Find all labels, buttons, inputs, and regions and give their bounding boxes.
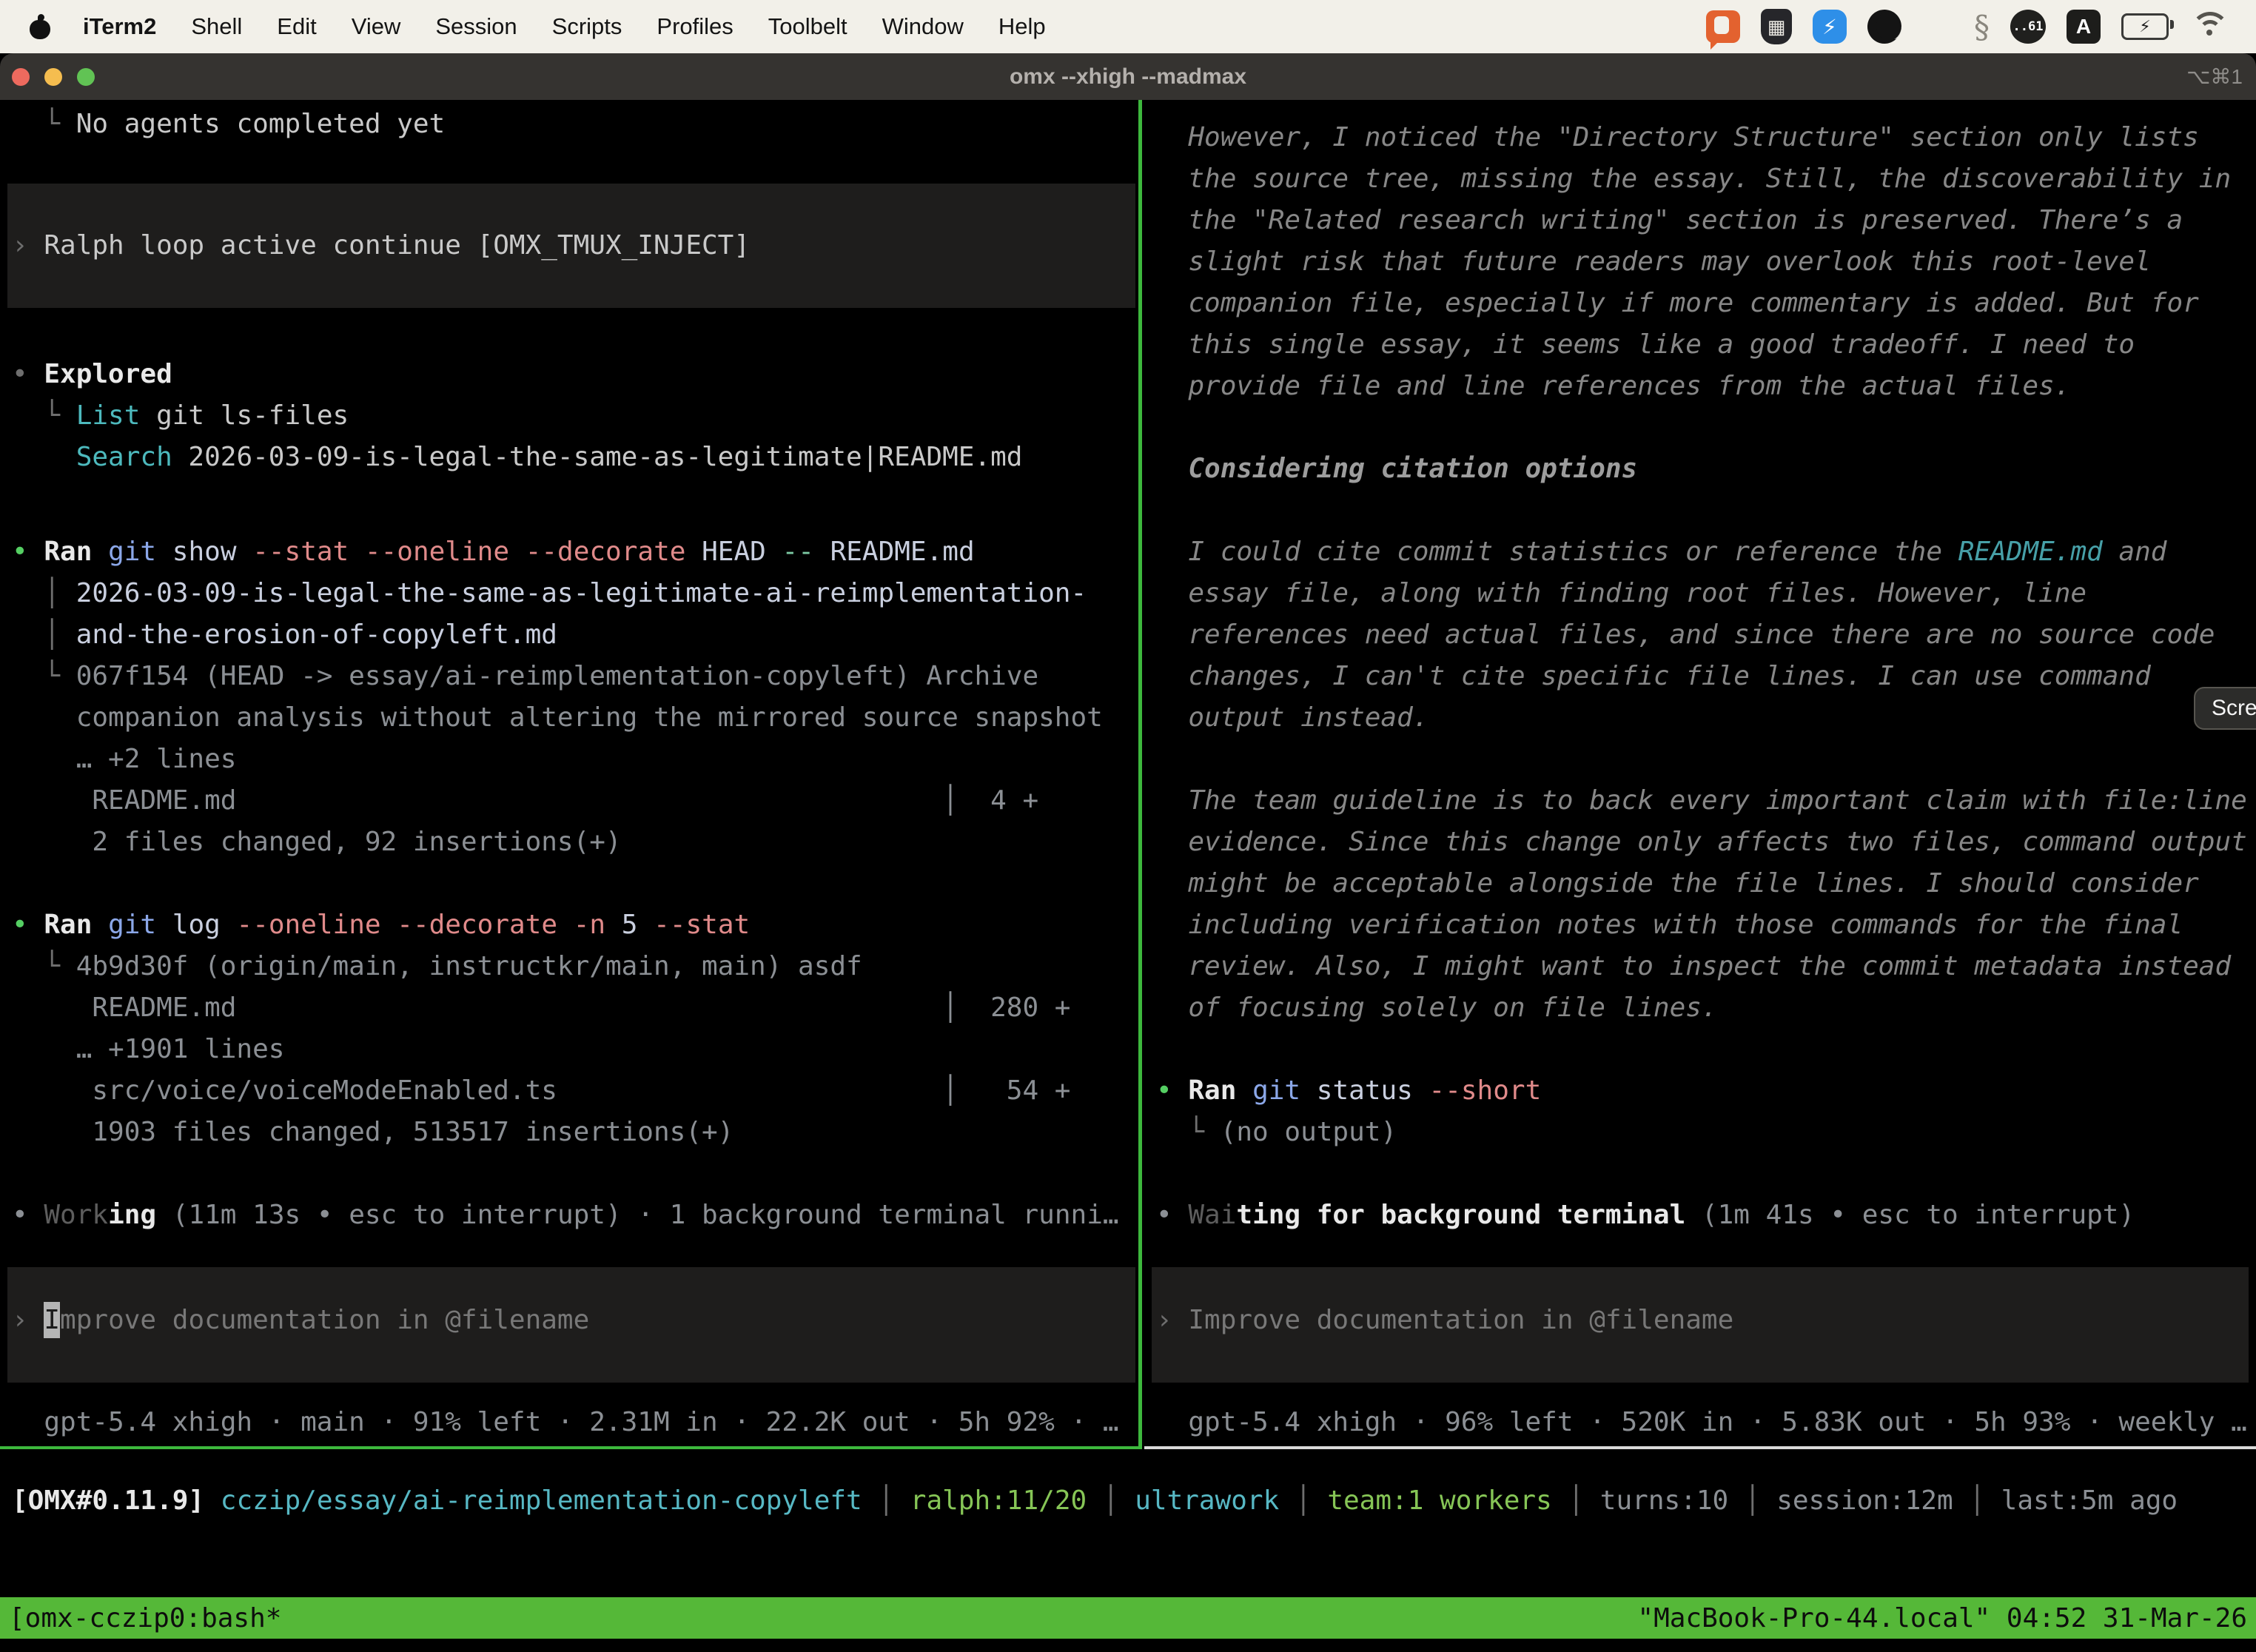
- tmux-status-bar: [omx-cczip0:bash* "MacBook-Pro-44.local"…: [0, 1597, 2256, 1639]
- menu-item-profiles[interactable]: Profiles: [657, 13, 733, 40]
- agents-status-line: └ No agents completed yet: [12, 104, 445, 145]
- terminal-line: src/voice/voiceModeEnabled.ts │ 54 +: [12, 1070, 1070, 1112]
- thinking-text: essay file, along with finding root file…: [1156, 573, 2087, 614]
- thinking-text: slight risk that future readers may over…: [1156, 241, 2151, 283]
- ran-git-show: • Ran git show --stat --oneline --decora…: [12, 531, 975, 573]
- ralph-loop-line: › Ralph loop active continue [OMX_TMUX_I…: [12, 225, 750, 266]
- menu-item-view[interactable]: View: [352, 13, 401, 40]
- terminal-line: companion analysis without altering the …: [12, 697, 1103, 739]
- shield-icon[interactable]: ▦: [1761, 9, 1792, 44]
- explored-header: • Explored: [12, 354, 172, 395]
- thinking-text: might be acceptable alongside the file l…: [1156, 863, 2199, 904]
- terminal-line: └ 067f154 (HEAD -> essay/ai-reimplementa…: [12, 656, 1038, 697]
- menu-item-shell[interactable]: Shell: [191, 13, 242, 40]
- a-badge-icon[interactable]: A: [2067, 10, 2101, 44]
- screen: iTerm2 Shell Edit View Session Scripts Profile…: [0, 0, 2256, 1652]
- menu-item-toolbelt[interactable]: Toolbelt: [768, 13, 847, 40]
- squiggle-icon[interactable]: §: [1974, 9, 1990, 45]
- wifi-icon[interactable]: [2189, 10, 2229, 43]
- menubar-status-icons: ▦ ⚡ § ..61 A ⚡: [1706, 9, 2237, 45]
- tmux-session-label: [omx-cczip0:bash*: [9, 1603, 281, 1633]
- menu-item-iterm2[interactable]: iTerm2: [83, 13, 156, 40]
- waiting-indicator: • Waiting for background terminal (1m 41…: [1156, 1195, 2135, 1236]
- thinking-text: provide file and line references from th…: [1156, 366, 2070, 407]
- model-status-line: gpt-5.4 xhigh · 96% left · 520K in · 5.8…: [1156, 1402, 2247, 1443]
- thinking-text: the "Related research writing" section i…: [1156, 200, 2183, 241]
- thinking-text: However, I noticed the "Directory Struct…: [1156, 117, 2199, 158]
- thinking-text: this single essay, it seems like a good …: [1156, 324, 2135, 366]
- chat-icon[interactable]: [1706, 10, 1740, 43]
- thinking-text: companion file, especially if more comme…: [1156, 283, 2199, 324]
- working-indicator: • Working (11m 13s • esc to interrupt) ·…: [12, 1195, 1119, 1236]
- thinking-text: the source tree, missing the essay. Stil…: [1156, 158, 2231, 200]
- thinking-text: The team guideline is to back every impo…: [1156, 780, 2247, 822]
- explored-list-line: └ List git ls-files: [12, 395, 349, 437]
- thinking-heading: Considering citation options: [1156, 449, 1637, 490]
- terminal-line: … +2 lines: [12, 739, 236, 780]
- menu-items: iTerm2 Shell Edit View Session Scripts Profile…: [83, 13, 1046, 40]
- thinking-text: references need actual files, and since …: [1156, 614, 2215, 656]
- ran-git-status: • Ran git status --short: [1156, 1070, 1541, 1112]
- pane-divider[interactable]: [1138, 100, 1142, 1449]
- apple-menu-icon[interactable]: [30, 14, 50, 39]
- battery-icon[interactable]: ⚡: [2121, 13, 2169, 40]
- terminal-line: │ and-the-erosion-of-copyleft.md: [12, 614, 557, 656]
- model-status-line: gpt-5.4 xhigh · main · 91% left · 2.31M …: [12, 1402, 1119, 1443]
- zoom-button[interactable]: [77, 68, 95, 86]
- window-title: omx --xhigh --madmax: [0, 64, 2256, 90]
- omx-status-line: [OMX#0.11.9] cczip/essay/ai-reimplementa…: [12, 1480, 2178, 1522]
- terminal-line: README.md │ 4 +: [12, 780, 1038, 822]
- screen-share-overlay[interactable]: Scre: [2194, 687, 2256, 730]
- ran-git-log: • Ran git log --oneline --decorate -n 5 …: [12, 904, 750, 946]
- thinking-text: review. Also, I might want to inspect th…: [1156, 946, 2231, 987]
- window-shortcut-badge: ⌥⌘1: [2186, 64, 2243, 89]
- explored-search-line: Search 2026-03-09-is-legal-the-same-as-l…: [12, 437, 1022, 478]
- terminal-line: 2 files changed, 92 insertions(+): [12, 822, 622, 863]
- terminal-line: … +1901 lines: [12, 1029, 284, 1070]
- window-controls: [12, 53, 95, 100]
- close-button[interactable]: [12, 68, 30, 86]
- minimize-button[interactable]: [44, 68, 62, 86]
- thinking-text: evidence. Since this change only affects…: [1156, 822, 2247, 863]
- thinking-text: I could cite commit statistics or refere…: [1156, 531, 2166, 573]
- terminal-line: │ 2026-03-09-is-legal-the-same-as-legiti…: [12, 573, 1087, 614]
- thinking-text: output instead.: [1156, 697, 1429, 739]
- menu-item-help[interactable]: Help: [998, 13, 1046, 40]
- moon-icon[interactable]: [1867, 10, 1901, 44]
- window-title-bar: omx --xhigh --madmax ⌥⌘1: [0, 53, 2256, 100]
- menu-item-scripts[interactable]: Scripts: [552, 13, 622, 40]
- overlay-label: Scre: [2212, 696, 2256, 721]
- tmux-host-clock: "MacBook-Pro-44.local" 04:52 31-Mar-26: [1637, 1603, 2247, 1633]
- terminal-line: README.md │ 280 +: [12, 987, 1070, 1029]
- battery-percent-icon[interactable]: ..61: [2010, 10, 2046, 44]
- menu-item-edit[interactable]: Edit: [277, 13, 316, 40]
- dots-grid-icon[interactable]: [1922, 11, 1953, 42]
- terminal-line: └ (no output): [1156, 1112, 1397, 1153]
- prompt-input-line: › Improve documentation in @filename: [1156, 1300, 1733, 1341]
- left-pane-rule: [0, 1446, 1140, 1449]
- thinking-text: changes, I can't cite specific file line…: [1156, 656, 2151, 697]
- menu-item-session[interactable]: Session: [435, 13, 517, 40]
- thinking-text: including verification notes with those …: [1156, 904, 2183, 946]
- prompt-input-line: › Improve documentation in @filename: [12, 1300, 589, 1341]
- menu-bar: iTerm2 Shell Edit View Session Scripts Profile…: [0, 0, 2256, 53]
- thinking-text: of focusing solely on file lines.: [1156, 987, 1718, 1029]
- menu-item-window[interactable]: Window: [882, 13, 964, 40]
- terminal-line: └ 4b9d30f (origin/main, instructkr/main,…: [12, 946, 862, 987]
- terminal-line: 1903 files changed, 513517 insertions(+): [12, 1112, 733, 1153]
- right-pane-rule: [1144, 1446, 2256, 1449]
- bolt-badge-icon[interactable]: ⚡: [1813, 10, 1847, 44]
